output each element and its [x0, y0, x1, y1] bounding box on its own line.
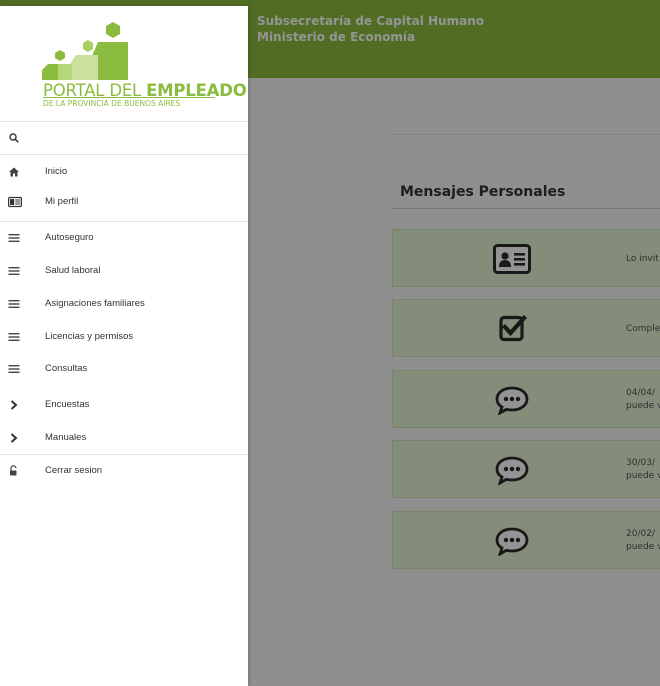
menu-lines-icon	[8, 365, 20, 373]
menu-lines-icon	[8, 333, 20, 341]
portal-logo[interactable]: PORTAL DEL EMPLEADO DE LA PROVINCIA DE B…	[0, 6, 248, 121]
sidebar-item-label: Encuestas	[45, 399, 90, 410]
brand-subtitle: DE LA PROVINCIA DE BUENOS AIRES	[43, 99, 181, 108]
sidebar-item-label: Salud laboral	[45, 265, 101, 276]
menu-lines-icon	[8, 234, 20, 242]
sidebar-item-consultas[interactable]: Consultas	[0, 354, 248, 384]
search-bar	[0, 121, 248, 155]
unlock-icon	[10, 465, 17, 476]
sidebar-item-label: Asignaciones familiares	[45, 298, 145, 309]
chevron-right-icon	[10, 400, 18, 410]
chevron-right-icon	[10, 433, 18, 443]
logo-divider	[43, 97, 215, 98]
menu-divider	[0, 221, 248, 222]
home-icon	[9, 167, 19, 177]
sidebar-item-encuestas[interactable]: Encuestas	[0, 390, 248, 420]
sidebar-item-label: Autoseguro	[45, 232, 94, 243]
sidebar-item-cerrar-sesion[interactable]: Cerrar sesion	[0, 456, 248, 486]
sidebar-item-autoseguro[interactable]: Autoseguro	[0, 223, 248, 253]
sidebar-item-label: Cerrar sesion	[45, 465, 103, 476]
search-icon[interactable]	[9, 133, 19, 143]
search-input[interactable]	[26, 128, 240, 150]
menu-divider	[0, 454, 248, 455]
logo-people-icon	[42, 22, 128, 80]
sidebar-item-label: Consultas	[45, 363, 88, 374]
sidebar-item-manuales[interactable]: Manuales	[0, 423, 248, 453]
menu-lines-icon	[8, 267, 20, 275]
sidebar-item-inicio[interactable]: Inicio	[0, 157, 248, 187]
sidebar-item-asignaciones-familiares[interactable]: Asignaciones familiares	[0, 289, 248, 319]
menu-lines-icon	[8, 300, 20, 308]
sidebar-item-label: Mi perfil	[45, 196, 79, 207]
side-drawer: PORTAL DEL EMPLEADO DE LA PROVINCIA DE B…	[0, 6, 248, 686]
sidebar-item-label: Manuales	[45, 432, 87, 443]
sidebar-item-mi-perfil[interactable]: Mi perfil	[0, 187, 248, 217]
sidebar-item-licencias-y-permisos[interactable]: Licencias y permisos	[0, 322, 248, 352]
id-card-icon	[8, 196, 22, 208]
sidebar-item-label: Inicio	[45, 166, 68, 177]
sidebar-item-salud-laboral[interactable]: Salud laboral	[0, 256, 248, 286]
sidebar-item-label: Licencias y permisos	[45, 331, 134, 342]
